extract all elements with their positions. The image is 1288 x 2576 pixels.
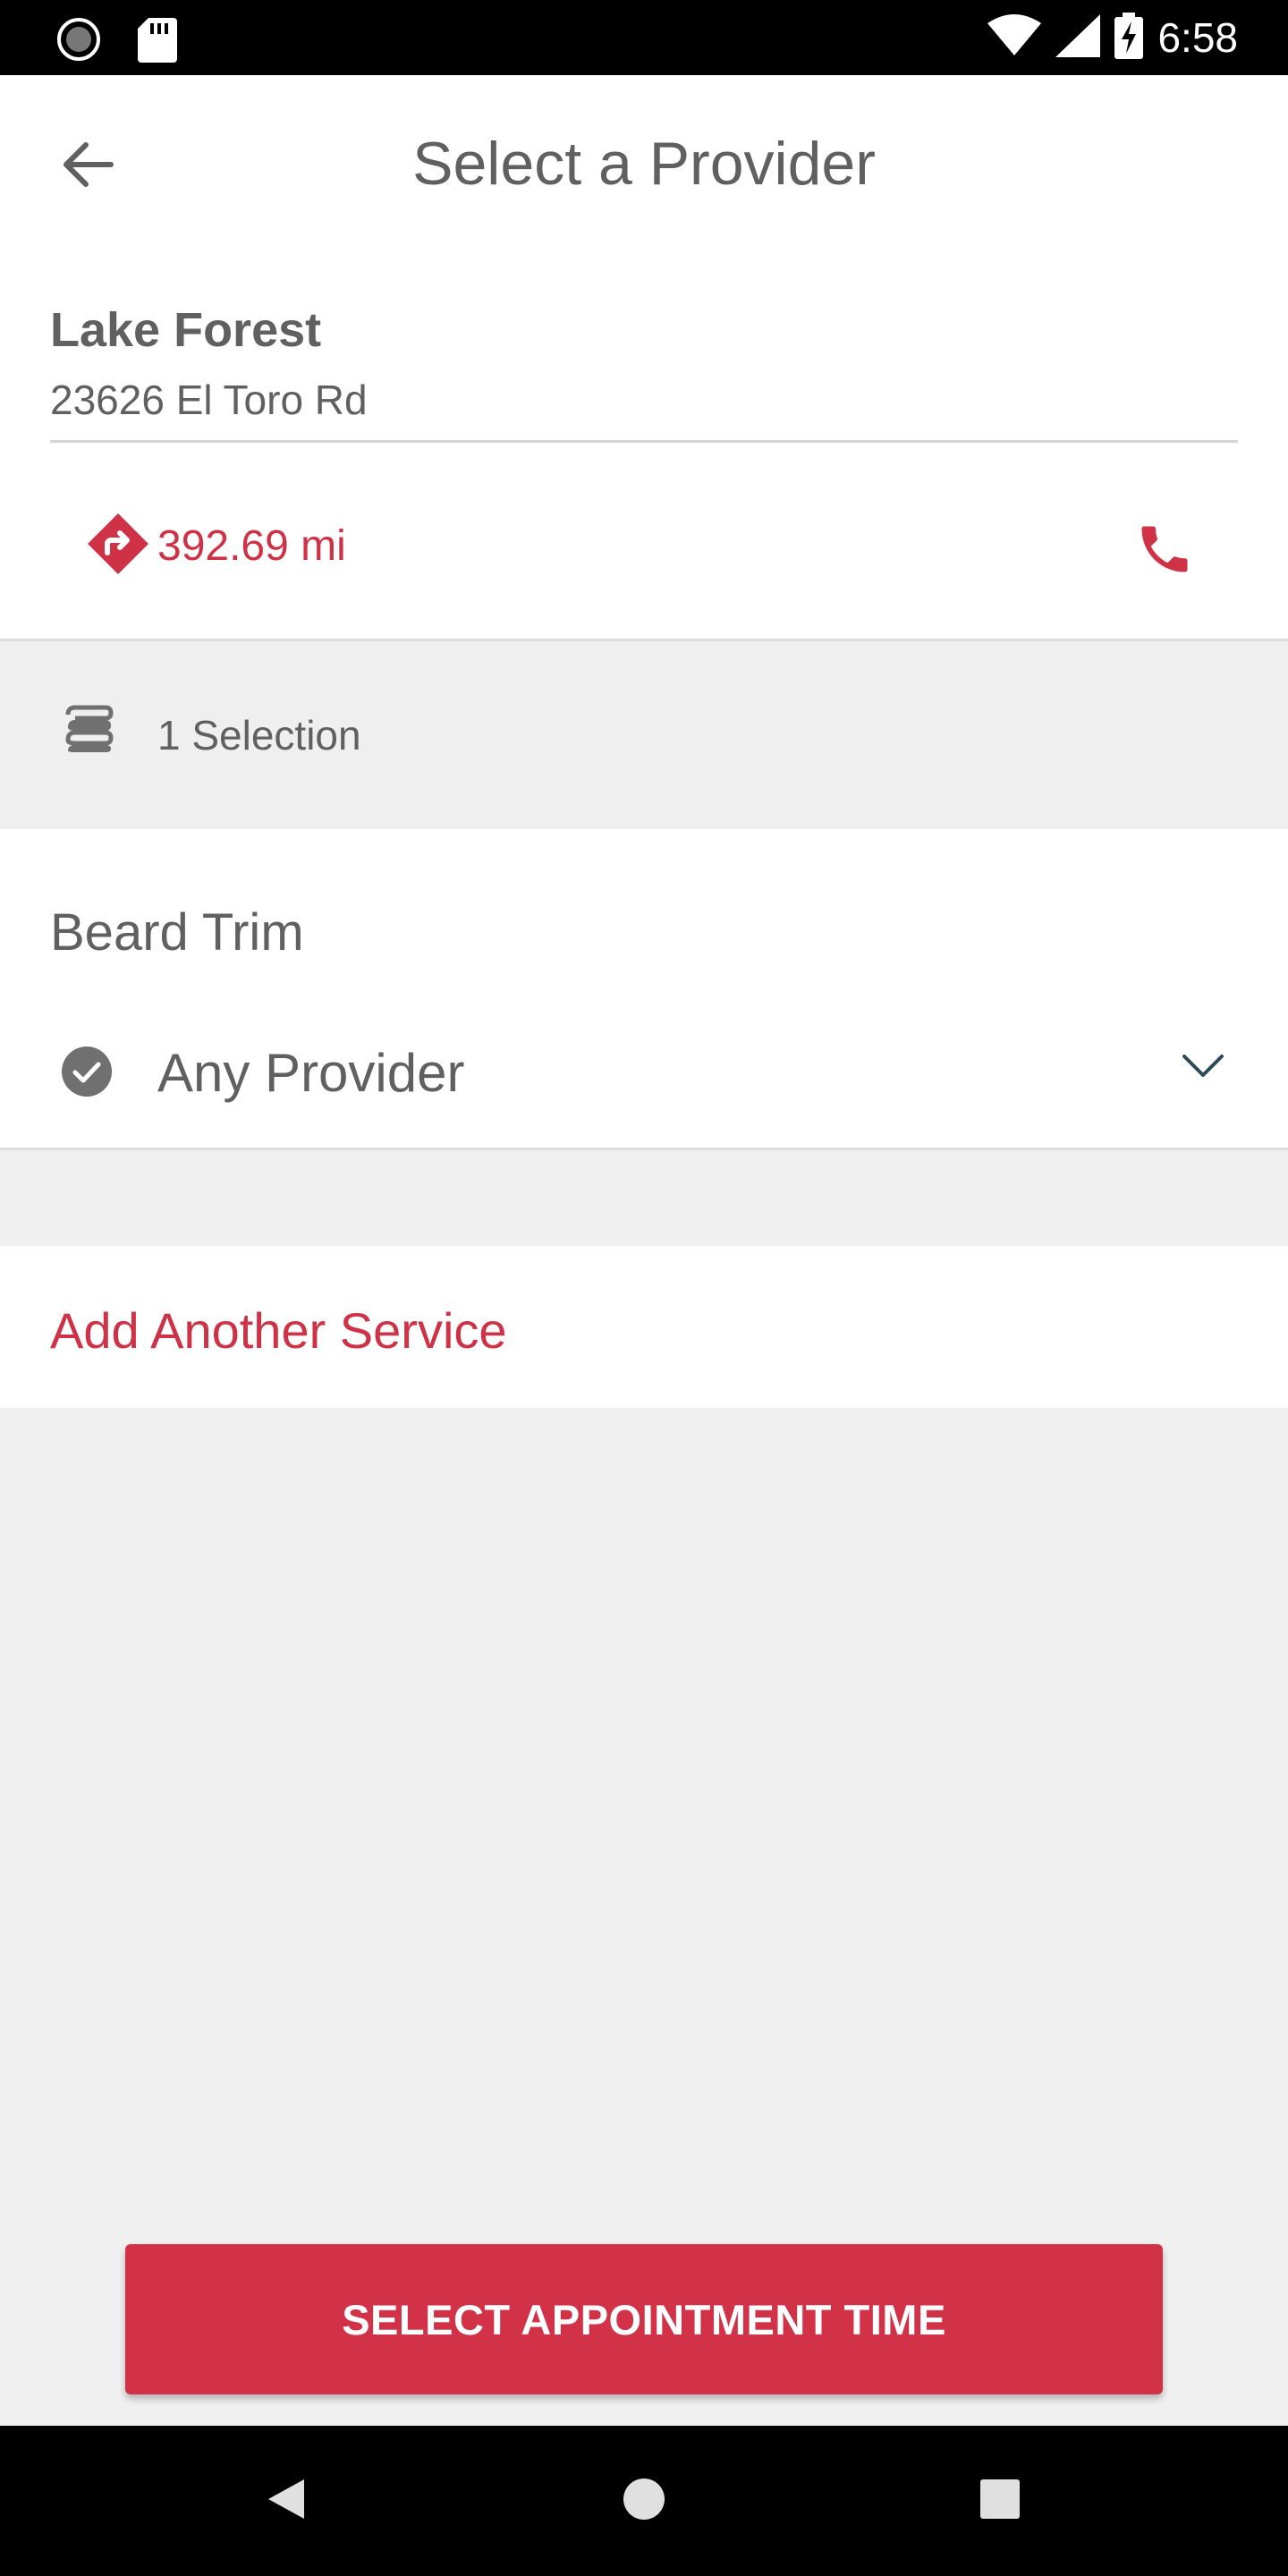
- divider: [50, 440, 1238, 443]
- directions-icon: [84, 510, 152, 582]
- chevron-down-icon[interactable]: [1181, 1053, 1225, 1084]
- page-title: Select a Provider: [412, 130, 876, 198]
- add-service-row[interactable]: Add Another Service: [0, 1246, 1288, 1408]
- location-card: Lake Forest 23626 El Toro Rd 392.69 mi: [0, 258, 1288, 641]
- signal-icon: [1055, 13, 1101, 62]
- sd-card-icon: [138, 16, 177, 67]
- nav-recents-icon[interactable]: [980, 2479, 1020, 2523]
- status-bar: 6:58: [0, 0, 1288, 75]
- system-nav-bar: [0, 2426, 1288, 2576]
- nav-back-icon[interactable]: [265, 2476, 308, 2527]
- stack-icon: [59, 700, 116, 762]
- battery-charging-icon: [1114, 12, 1144, 64]
- provider-dropdown[interactable]: Any Provider: [0, 1026, 1288, 1115]
- phone-icon: [1134, 519, 1195, 584]
- status-time: 6:58: [1157, 14, 1238, 61]
- app-bar: Select a Provider: [0, 75, 1288, 258]
- directions-link[interactable]: 392.69 mi: [84, 510, 346, 582]
- add-service-link[interactable]: Add Another Service: [50, 1301, 507, 1360]
- distance-text: 392.69 mi: [157, 522, 346, 570]
- check-circle-icon: [61, 1046, 113, 1102]
- service-name: Beard Trim: [50, 903, 304, 962]
- call-button[interactable]: [1131, 517, 1199, 585]
- select-appointment-time-button[interactable]: SELECT APPOINTMENT TIME: [125, 2244, 1163, 2394]
- wifi-icon: [987, 13, 1042, 62]
- nav-home-icon[interactable]: [623, 2476, 665, 2527]
- selection-summary: 1 Selection: [0, 641, 1288, 829]
- provider-value: Any Provider: [157, 1043, 465, 1103]
- service-card: Beard Trim Any Provider: [0, 829, 1288, 1150]
- location-address: 23626 El Toro Rd: [50, 377, 368, 423]
- selection-count: 1 Selection: [157, 712, 361, 758]
- sync-icon: [55, 16, 102, 67]
- location-name: Lake Forest: [50, 303, 322, 357]
